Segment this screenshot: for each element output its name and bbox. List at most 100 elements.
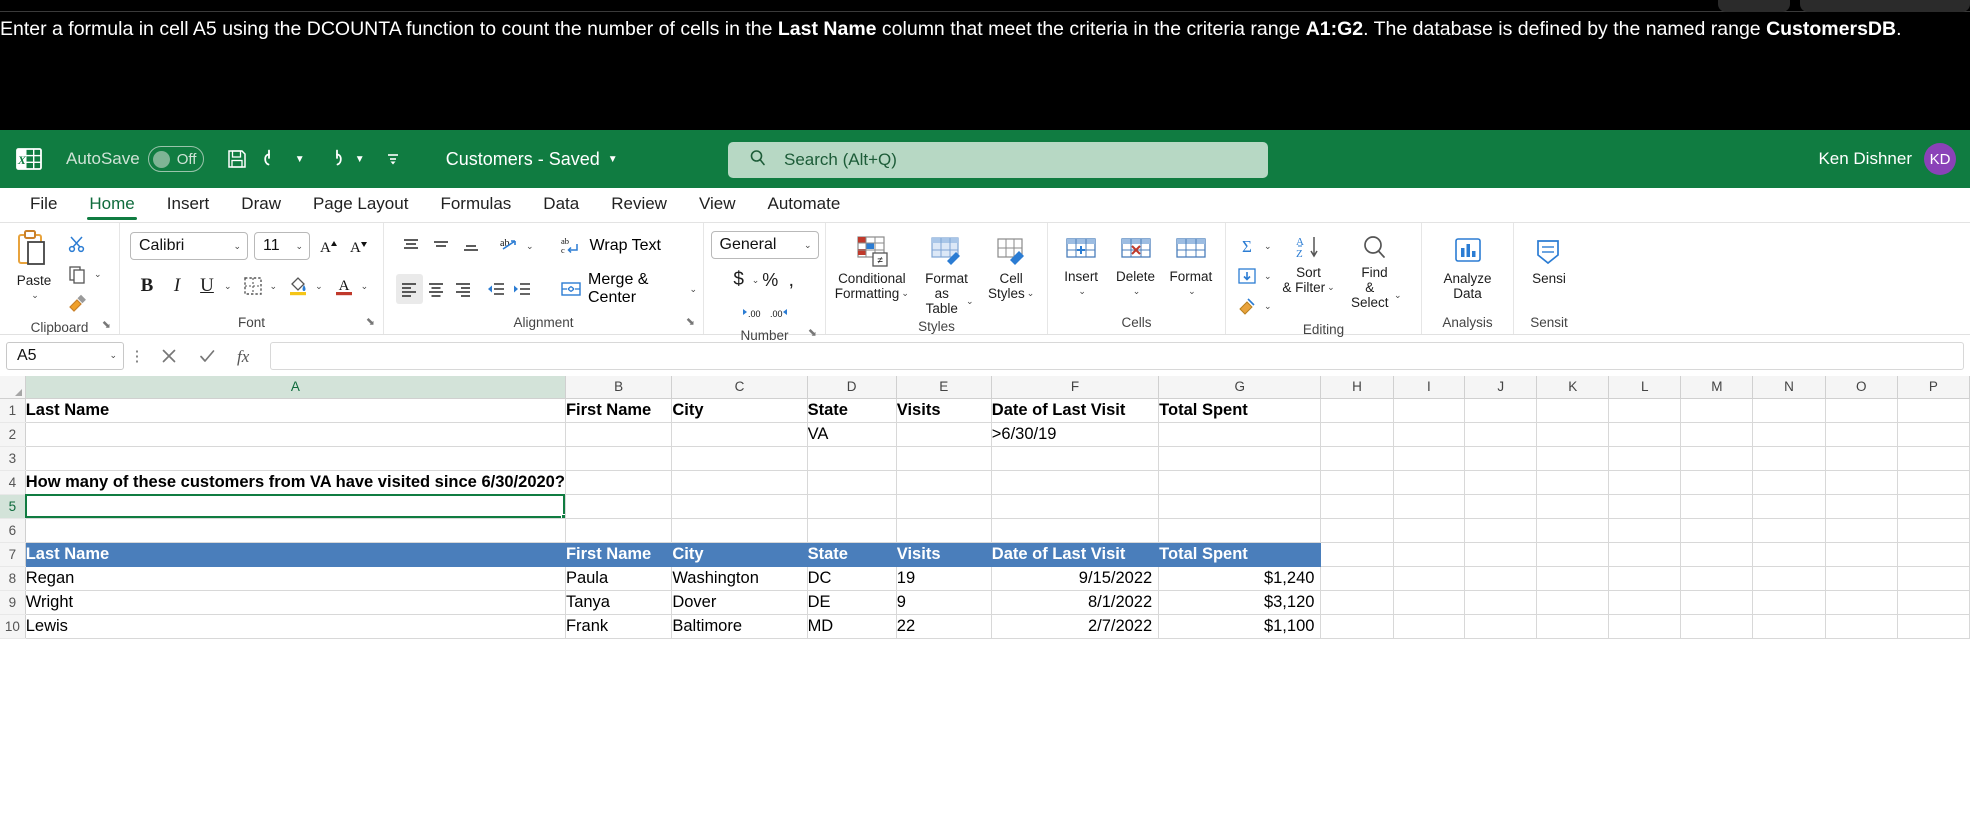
redo-dropdown-icon[interactable]: ▼ [352, 142, 368, 176]
select-all-corner[interactable] [0, 376, 26, 399]
cell-L8[interactable] [1608, 566, 1682, 591]
cell-A7[interactable]: Last Name [25, 542, 566, 567]
cell-N5[interactable] [1752, 494, 1826, 519]
percent-style-icon[interactable]: % [759, 265, 781, 295]
cell-M7[interactable] [1680, 542, 1754, 567]
cell-P3[interactable] [1897, 446, 1970, 471]
tab-view[interactable]: View [683, 191, 752, 222]
cell-E2[interactable] [896, 422, 992, 447]
cell-P1[interactable] [1897, 398, 1970, 423]
number-format-select[interactable]: General ⌄ [710, 231, 819, 259]
document-title[interactable]: Customers - Saved [446, 149, 600, 170]
fill-color-dropdown-icon[interactable]: ⌄ [315, 281, 323, 292]
cell-M10[interactable] [1680, 614, 1754, 639]
cell-G10[interactable]: $1,100 [1158, 614, 1322, 639]
cell-C1[interactable]: City [671, 398, 808, 423]
cell-H3[interactable] [1320, 446, 1394, 471]
cell-K3[interactable] [1536, 446, 1610, 471]
sort-filter-button[interactable]: A Z Sort & Filter ⌄ [1276, 231, 1342, 297]
cell-I4[interactable] [1393, 470, 1466, 495]
cell-H10[interactable] [1320, 614, 1394, 639]
cell-D10[interactable]: MD [807, 614, 897, 639]
cell-I2[interactable] [1393, 422, 1466, 447]
cell-H8[interactable] [1320, 566, 1394, 591]
shrink-font-icon[interactable]: A [344, 231, 374, 261]
cell-N8[interactable] [1752, 566, 1826, 591]
increase-indent-icon[interactable] [509, 274, 536, 304]
cell-J6[interactable] [1464, 518, 1538, 543]
decrease-indent-icon[interactable] [482, 274, 509, 304]
cell-N3[interactable] [1752, 446, 1826, 471]
chevron-down-icon[interactable]: ⌄ [109, 350, 117, 361]
cell-J7[interactable] [1464, 542, 1538, 567]
column-header-L[interactable]: L [1608, 376, 1682, 399]
column-header-E[interactable]: E [896, 376, 992, 399]
column-header-H[interactable]: H [1320, 376, 1394, 399]
cell-H6[interactable] [1320, 518, 1394, 543]
cell-L10[interactable] [1608, 614, 1682, 639]
cell-J9[interactable] [1464, 590, 1538, 615]
cell-M5[interactable] [1680, 494, 1754, 519]
cell-C9[interactable]: Dover [671, 590, 808, 615]
row-header-6[interactable]: 6 [0, 518, 26, 543]
cell-O9[interactable] [1825, 590, 1898, 615]
cell-E10[interactable]: 22 [896, 614, 992, 639]
grow-font-icon[interactable]: A [314, 231, 344, 261]
tab-data[interactable]: Data [527, 191, 595, 222]
search-input[interactable]: Search (Alt+Q) [728, 142, 1268, 178]
browser-tab-stub-2[interactable] [1800, 0, 1970, 12]
comma-style-icon[interactable]: , [781, 265, 801, 295]
cell-F3[interactable] [991, 446, 1160, 471]
cell-P2[interactable] [1897, 422, 1970, 447]
clear-dropdown-icon[interactable]: ⌄ [1264, 301, 1272, 312]
cell-A9[interactable]: Wright [25, 590, 566, 615]
name-box[interactable]: A5 ⌄ [6, 341, 124, 370]
row-header-7[interactable]: 7 [0, 542, 26, 567]
cell-A2[interactable] [25, 422, 566, 447]
cell-C4[interactable] [671, 470, 808, 495]
tab-draw[interactable]: Draw [225, 191, 297, 222]
cell-L5[interactable] [1608, 494, 1682, 519]
cancel-icon[interactable] [150, 341, 188, 371]
cell-G5[interactable] [1158, 494, 1322, 519]
cell-F10[interactable]: 2/7/2022 [991, 614, 1160, 639]
autosum-dropdown-icon[interactable]: ⌄ [1264, 241, 1272, 252]
cell-N9[interactable] [1752, 590, 1826, 615]
column-header-N[interactable]: N [1752, 376, 1826, 399]
borders-icon[interactable] [238, 271, 268, 301]
align-left-icon[interactable] [396, 274, 423, 304]
tab-home[interactable]: Home [73, 191, 150, 222]
cell-G2[interactable] [1158, 422, 1322, 447]
cell-N6[interactable] [1752, 518, 1826, 543]
align-top-icon[interactable] [396, 231, 426, 261]
tab-review[interactable]: Review [595, 191, 683, 222]
cell-F5[interactable] [991, 494, 1160, 519]
cell-C5[interactable] [671, 494, 808, 519]
cell-J8[interactable] [1464, 566, 1538, 591]
conditional-formatting-button[interactable]: ≠ Conditional Formatting ⌄ [834, 233, 910, 303]
cell-E4[interactable] [896, 470, 992, 495]
cut-scissors-icon[interactable] [62, 229, 92, 259]
cell-O5[interactable] [1825, 494, 1898, 519]
column-header-J[interactable]: J [1464, 376, 1538, 399]
cell-G9[interactable]: $3,120 [1158, 590, 1322, 615]
cell-P4[interactable] [1897, 470, 1970, 495]
orientation-dropdown-icon[interactable]: ⌄ [526, 241, 534, 252]
cell-K5[interactable] [1536, 494, 1610, 519]
cell-P10[interactable] [1897, 614, 1970, 639]
cell-L9[interactable] [1608, 590, 1682, 615]
alignment-dialog-launcher-icon[interactable]: ⬊ [686, 313, 695, 331]
cell-N2[interactable] [1752, 422, 1826, 447]
format-cells-button[interactable]: Format ⌄ [1163, 233, 1219, 301]
document-title-dropdown-icon[interactable]: ▼ [608, 154, 618, 165]
cell-E8[interactable]: 19 [896, 566, 992, 591]
browser-tab-stub-1[interactable] [1718, 0, 1790, 12]
row-header-5[interactable]: 5 [0, 494, 26, 519]
tab-insert[interactable]: Insert [151, 191, 226, 222]
align-right-icon[interactable] [449, 274, 476, 304]
avatar[interactable]: KD [1924, 143, 1956, 175]
formula-input[interactable] [270, 341, 1964, 370]
font-family-select[interactable]: Calibri ⌄ [130, 232, 248, 260]
cell-N7[interactable] [1752, 542, 1826, 567]
undo-icon[interactable] [256, 142, 290, 176]
